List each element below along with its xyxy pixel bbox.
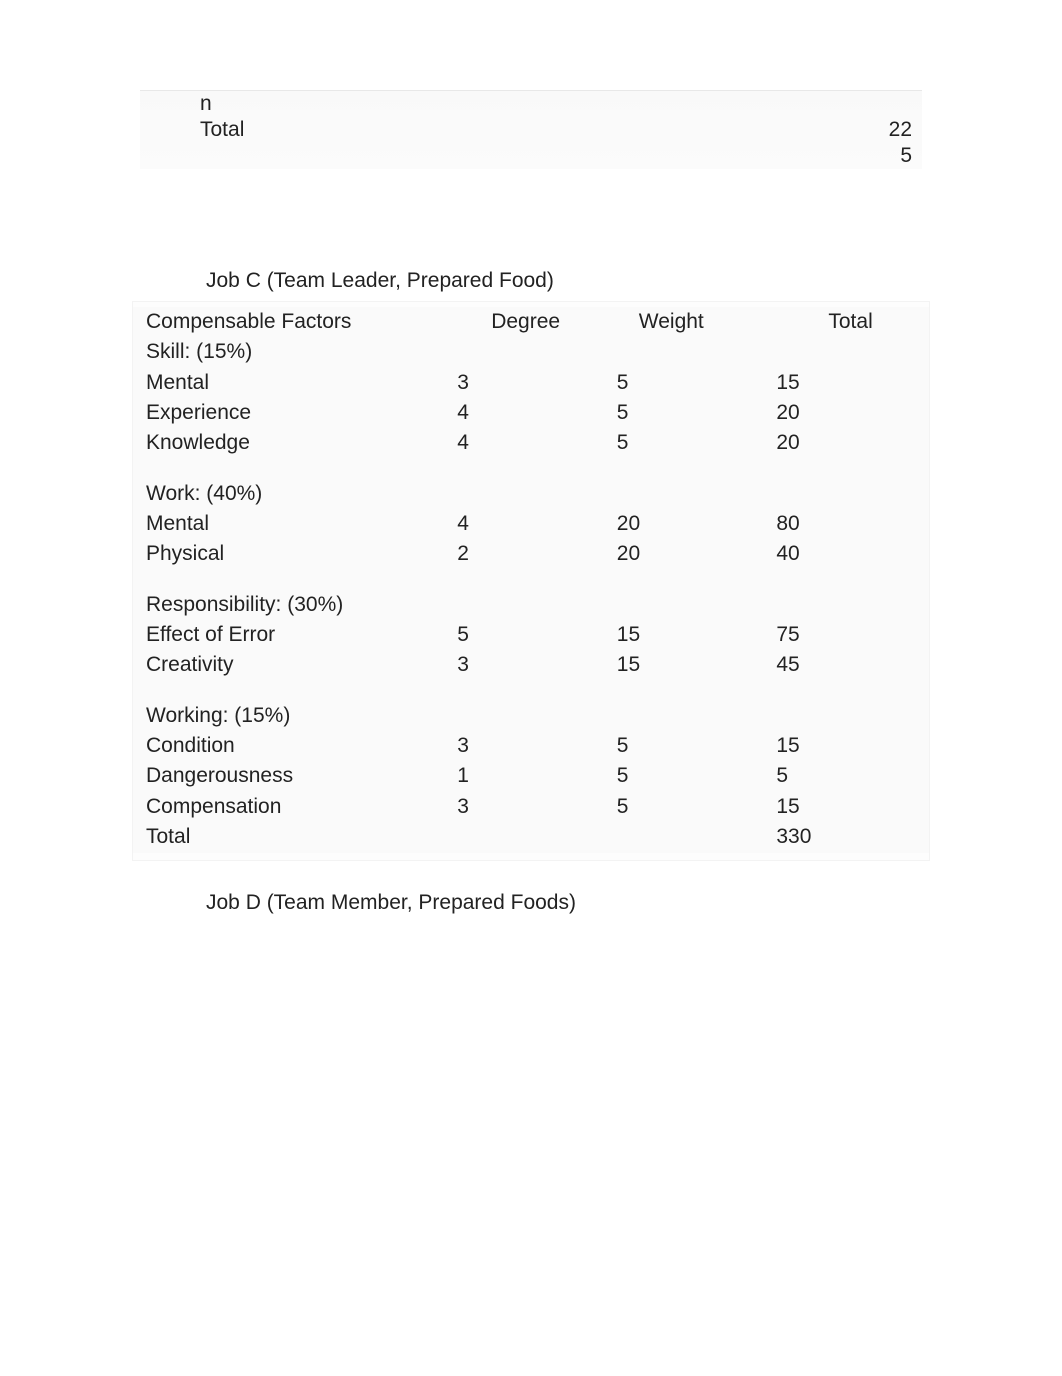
group-heading-row: Responsibility: (30%) <box>132 590 930 620</box>
weight-cell: 5 <box>611 428 771 458</box>
degree-cell <box>562 143 679 169</box>
weight-cell <box>680 143 797 169</box>
factor-cell: Compensation <box>132 792 451 822</box>
degree-cell: 4 <box>451 428 611 458</box>
factor-cell: n <box>140 91 562 117</box>
table-row: Dangerousness 1 5 5 <box>132 761 930 791</box>
table-row: Knowledge 4 5 20 <box>132 428 930 458</box>
weight-cell: 5 <box>611 761 771 791</box>
weight-cell: 15 <box>611 650 771 680</box>
degree-cell: 3 <box>451 792 611 822</box>
weight-cell <box>680 91 797 117</box>
total-cell: 75 <box>770 620 930 650</box>
total-cell: 80 <box>770 509 930 539</box>
total-cell: 15 <box>770 368 930 398</box>
group-heading-row: Skill: (15%) <box>132 337 930 367</box>
total-cell: 15 <box>770 731 930 761</box>
table-row: 5 <box>140 143 922 169</box>
group-heading: Skill: (15%) <box>132 337 451 367</box>
weight-cell: 15 <box>611 620 771 650</box>
group-heading-row: Work: (40%) <box>132 479 930 509</box>
weight-cell <box>611 822 771 852</box>
table-row: Mental 3 5 15 <box>132 368 930 398</box>
total-cell: 330 <box>770 822 930 852</box>
total-row: Total 330 <box>132 822 930 852</box>
header-factor: Compensable Factors <box>132 307 451 337</box>
header-degree: Degree <box>451 307 611 337</box>
table-row: Total 22 <box>140 117 922 143</box>
header-total: Total <box>770 307 930 337</box>
degree-cell <box>562 91 679 117</box>
degree-cell: 3 <box>451 650 611 680</box>
job-d-title: Job D (Team Member, Prepared Foods) <box>206 891 1062 915</box>
table-row: Creativity 3 15 45 <box>132 650 930 680</box>
weight-cell: 20 <box>611 539 771 569</box>
group-heading: Work: (40%) <box>132 479 451 509</box>
table-row: Mental 4 20 80 <box>132 509 930 539</box>
weight-cell: 5 <box>611 792 771 822</box>
total-cell: 20 <box>770 428 930 458</box>
total-cell <box>797 91 922 117</box>
factor-cell: Creativity <box>132 650 451 680</box>
weight-cell: 20 <box>611 509 771 539</box>
group-heading-row: Working: (15%) <box>132 701 930 731</box>
factor-cell <box>140 143 562 169</box>
factor-cell: Dangerousness <box>132 761 451 791</box>
table-row: Experience 4 5 20 <box>132 398 930 428</box>
factor-cell: Condition <box>132 731 451 761</box>
total-cell: 5 <box>770 761 930 791</box>
degree-cell: 3 <box>451 368 611 398</box>
group-heading: Responsibility: (30%) <box>132 590 451 620</box>
weight-cell <box>680 117 797 143</box>
degree-cell: 4 <box>451 398 611 428</box>
total-cell: 5 <box>797 143 922 169</box>
factor-cell: Knowledge <box>132 428 451 458</box>
degree-cell: 4 <box>451 509 611 539</box>
table-row: n <box>140 91 922 117</box>
factor-cell: Experience <box>132 398 451 428</box>
weight-cell: 5 <box>611 731 771 761</box>
total-cell: 40 <box>770 539 930 569</box>
factor-cell: Effect of Error <box>132 620 451 650</box>
factor-cell: Total <box>140 117 562 143</box>
degree-cell: 3 <box>451 731 611 761</box>
degree-cell <box>562 117 679 143</box>
total-cell: 22 <box>797 117 922 143</box>
weight-cell: 5 <box>611 368 771 398</box>
table-row: Effect of Error 5 15 75 <box>132 620 930 650</box>
degree-cell <box>451 822 611 852</box>
factor-cell: Total <box>132 822 451 852</box>
degree-cell: 2 <box>451 539 611 569</box>
degree-cell: 1 <box>451 761 611 791</box>
factor-cell: Mental <box>132 368 451 398</box>
job-c-table: Compensable Factors Degree Weight Total … <box>132 301 930 861</box>
weight-cell: 5 <box>611 398 771 428</box>
header-weight: Weight <box>611 307 771 337</box>
total-cell: 20 <box>770 398 930 428</box>
total-cell: 45 <box>770 650 930 680</box>
table-row: Physical 2 20 40 <box>132 539 930 569</box>
degree-cell: 5 <box>451 620 611 650</box>
total-cell: 15 <box>770 792 930 822</box>
top-fragment-table: n Total 22 5 <box>140 90 922 169</box>
job-c-title: Job C (Team Leader, Prepared Food) <box>206 269 1062 293</box>
table-row: Compensation 3 5 15 <box>132 792 930 822</box>
factor-cell: Physical <box>132 539 451 569</box>
table-header-row: Compensable Factors Degree Weight Total <box>132 307 930 337</box>
group-heading: Working: (15%) <box>132 701 451 731</box>
factor-cell: Mental <box>132 509 451 539</box>
table-row: Condition 3 5 15 <box>132 731 930 761</box>
